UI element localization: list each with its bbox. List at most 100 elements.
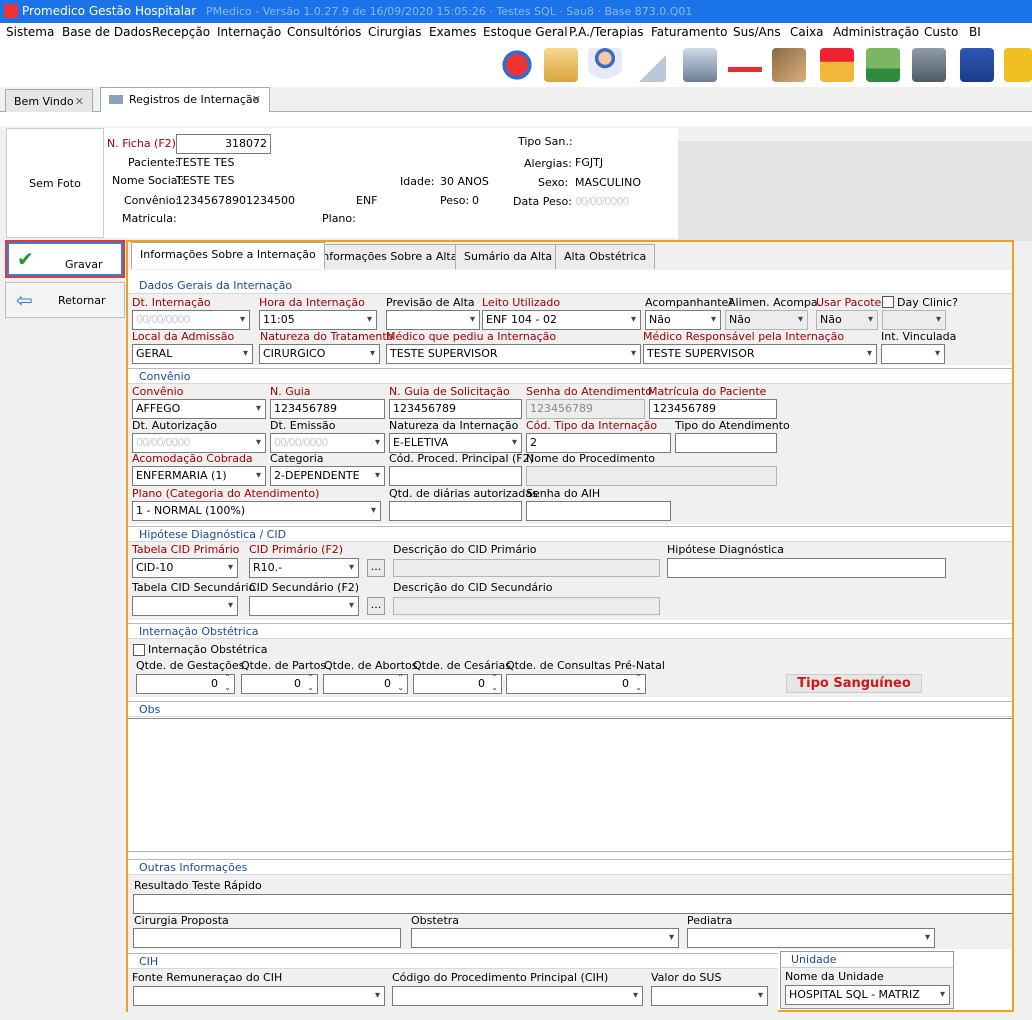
cid1-search-button[interactable]: ...	[367, 559, 385, 577]
obs-textarea[interactable]	[128, 718, 1012, 852]
hora-field[interactable]: 11:05	[259, 310, 377, 330]
desc-cid2-field[interactable]	[393, 597, 660, 615]
leito-field[interactable]: ENF 104 - 02	[482, 310, 641, 330]
menu-administracao[interactable]: Administração	[833, 25, 919, 39]
day-clinic-checkbox[interactable]	[882, 296, 894, 308]
pediatra-field[interactable]	[687, 928, 935, 948]
menu-custo[interactable]: Custo	[924, 25, 958, 39]
cid1-field[interactable]: R10.-	[249, 558, 359, 578]
matricula-paciente-field[interactable]: 123456789	[649, 399, 777, 419]
tab-bem-vindo[interactable]: Bem Vindo ✕	[5, 89, 93, 114]
tipo-atendimento-label: Tipo do Atendimento	[675, 419, 790, 432]
dt-emissao-field[interactable]: 00/00/0000	[270, 433, 385, 453]
tab-informacoes-alta[interactable]: Informações Sobre a Alta	[310, 244, 467, 269]
menu-consultorios[interactable]: Consultórios	[287, 25, 361, 39]
printer-icon[interactable]	[683, 48, 717, 82]
clipboard-icon[interactable]	[632, 48, 666, 82]
local-field[interactable]: GERAL	[132, 344, 253, 364]
senha-aih-field[interactable]	[526, 501, 671, 521]
menu-recepcao[interactable]: Recepção	[152, 25, 210, 39]
cid2-field[interactable]	[249, 596, 359, 616]
previsao-field[interactable]	[386, 310, 480, 330]
menu-bi[interactable]: BI	[969, 25, 981, 39]
cirurgia-field[interactable]	[133, 928, 401, 948]
dt-internacao-value: 00/00/0000	[136, 313, 190, 326]
tabela-cid1-field[interactable]: CID-10	[132, 558, 238, 578]
cod-tipo-field[interactable]: 2	[526, 433, 671, 453]
tab-informacoes-internacao[interactable]: Informações Sobre a Internação	[131, 242, 325, 269]
cash-register-icon[interactable]	[960, 48, 994, 82]
tipo-sanguineo-badge: Tipo Sanguíneo	[786, 674, 922, 693]
internacao-obstetrica-checkbox[interactable]	[133, 644, 145, 656]
menu-pa-terapias[interactable]: P.A./Terapias	[569, 25, 644, 39]
cod-proc-field[interactable]	[389, 466, 522, 486]
dt-autorizacao-field[interactable]: 00/00/0000	[132, 433, 266, 453]
cid2-search-button[interactable]: ...	[367, 597, 385, 615]
medico-resp-field[interactable]: TESTE SUPERVISOR	[643, 344, 877, 364]
convenio-field[interactable]: AFFEGO	[132, 399, 266, 419]
safe-icon[interactable]	[912, 48, 946, 82]
retornar-button[interactable]: ⇦ Retornar	[5, 282, 125, 318]
phone-icon[interactable]	[1004, 48, 1032, 82]
tab-sumario-alta[interactable]: Sumário da Alta	[455, 244, 562, 269]
valor-field[interactable]	[651, 986, 768, 1006]
doctor-icon[interactable]	[588, 48, 622, 82]
desc-cid1-field[interactable]	[393, 559, 660, 577]
dt-internacao-field[interactable]: 00/00/0000	[132, 310, 250, 330]
consultas-spinner[interactable]: 0	[506, 673, 646, 694]
resultado-field[interactable]	[133, 894, 1012, 914]
acomodacao-label: Acomodação Cobrada	[132, 452, 253, 465]
usar-pacote-field[interactable]: Não	[816, 310, 878, 330]
peso-value: 0	[472, 194, 479, 207]
tab-registros-internacao[interactable]: Registros de Internação ✕	[100, 87, 270, 113]
users-icon[interactable]	[544, 48, 578, 82]
menu-cirurgias[interactable]: Cirurgias	[368, 25, 422, 39]
natureza-internacao-field[interactable]: E-ELETIVA	[389, 433, 522, 453]
categoria-field[interactable]: 2-DEPENDENTE	[270, 466, 385, 486]
form-area: Informações Sobre a Internação Informaçõ…	[126, 240, 1014, 1012]
tipo-atendimento-field[interactable]	[675, 433, 777, 453]
menu-sistema[interactable]: Sistema	[6, 25, 54, 39]
menu-caixa[interactable]: Caixa	[790, 25, 824, 39]
chart-up-icon[interactable]	[820, 48, 854, 82]
cesarias-spinner[interactable]: 0	[413, 673, 502, 694]
n-guia-sol-field[interactable]: 123456789	[389, 399, 522, 419]
acomodacao-field[interactable]: ENFERMARIA (1)	[132, 466, 266, 486]
ficha-input[interactable]: 318072	[176, 134, 271, 154]
abortos-spinner[interactable]: 0	[323, 673, 408, 694]
boxes-icon[interactable]	[772, 48, 806, 82]
medico-pediu-field[interactable]: TESTE SUPERVISOR	[386, 344, 641, 364]
fonte-field[interactable]	[133, 986, 385, 1006]
nome-proc-field[interactable]	[526, 466, 777, 486]
close-icon[interactable]: ✕	[75, 90, 84, 113]
qtd-diarias-field[interactable]	[389, 501, 522, 521]
tabela-cid2-field[interactable]	[132, 596, 238, 616]
refresh-icon[interactable]	[500, 48, 534, 82]
obstetra-field[interactable]	[411, 928, 679, 948]
tab-alta-obstetrica[interactable]: Alta Obstétrica	[555, 244, 656, 269]
hipotese-field[interactable]	[667, 558, 946, 578]
menu-base-de-dados[interactable]: Base de Dados	[62, 25, 152, 39]
gravar-button[interactable]: ✔ Gravar	[5, 240, 125, 278]
natureza-field[interactable]: CIRURGICO	[259, 344, 380, 364]
nome-unidade-field[interactable]: HOSPITAL SQL - MATRIZ	[785, 985, 950, 1005]
menu-estoque-geral[interactable]: Estoque Geral	[483, 25, 568, 39]
gestacoes-spinner[interactable]: 0	[136, 673, 235, 694]
n-guia-field[interactable]: 123456789	[270, 399, 385, 419]
partos-spinner[interactable]: 0	[241, 673, 318, 694]
senha-atendimento-field[interactable]: 123456789	[526, 399, 645, 419]
menu-faturamento[interactable]: Faturamento	[651, 25, 727, 39]
acompanhante-field[interactable]: Não	[645, 310, 721, 330]
ambulance-icon[interactable]	[728, 48, 762, 82]
menu-exames[interactable]: Exames	[429, 25, 476, 39]
close-icon[interactable]: ✕	[252, 88, 261, 111]
menu-internacao[interactable]: Internação	[217, 25, 281, 39]
day-clinic-field[interactable]	[882, 310, 946, 330]
money-down-icon[interactable]	[866, 48, 900, 82]
patient-photo[interactable]: Sem Foto	[6, 128, 104, 238]
codigo-field[interactable]	[392, 986, 643, 1006]
alimen-field[interactable]: Não	[725, 310, 808, 330]
int-vinculada-field[interactable]	[881, 344, 945, 364]
menu-sus-ans[interactable]: Sus/Ans	[733, 25, 781, 39]
plano-field[interactable]: 1 - NORMAL (100%)	[132, 501, 381, 521]
